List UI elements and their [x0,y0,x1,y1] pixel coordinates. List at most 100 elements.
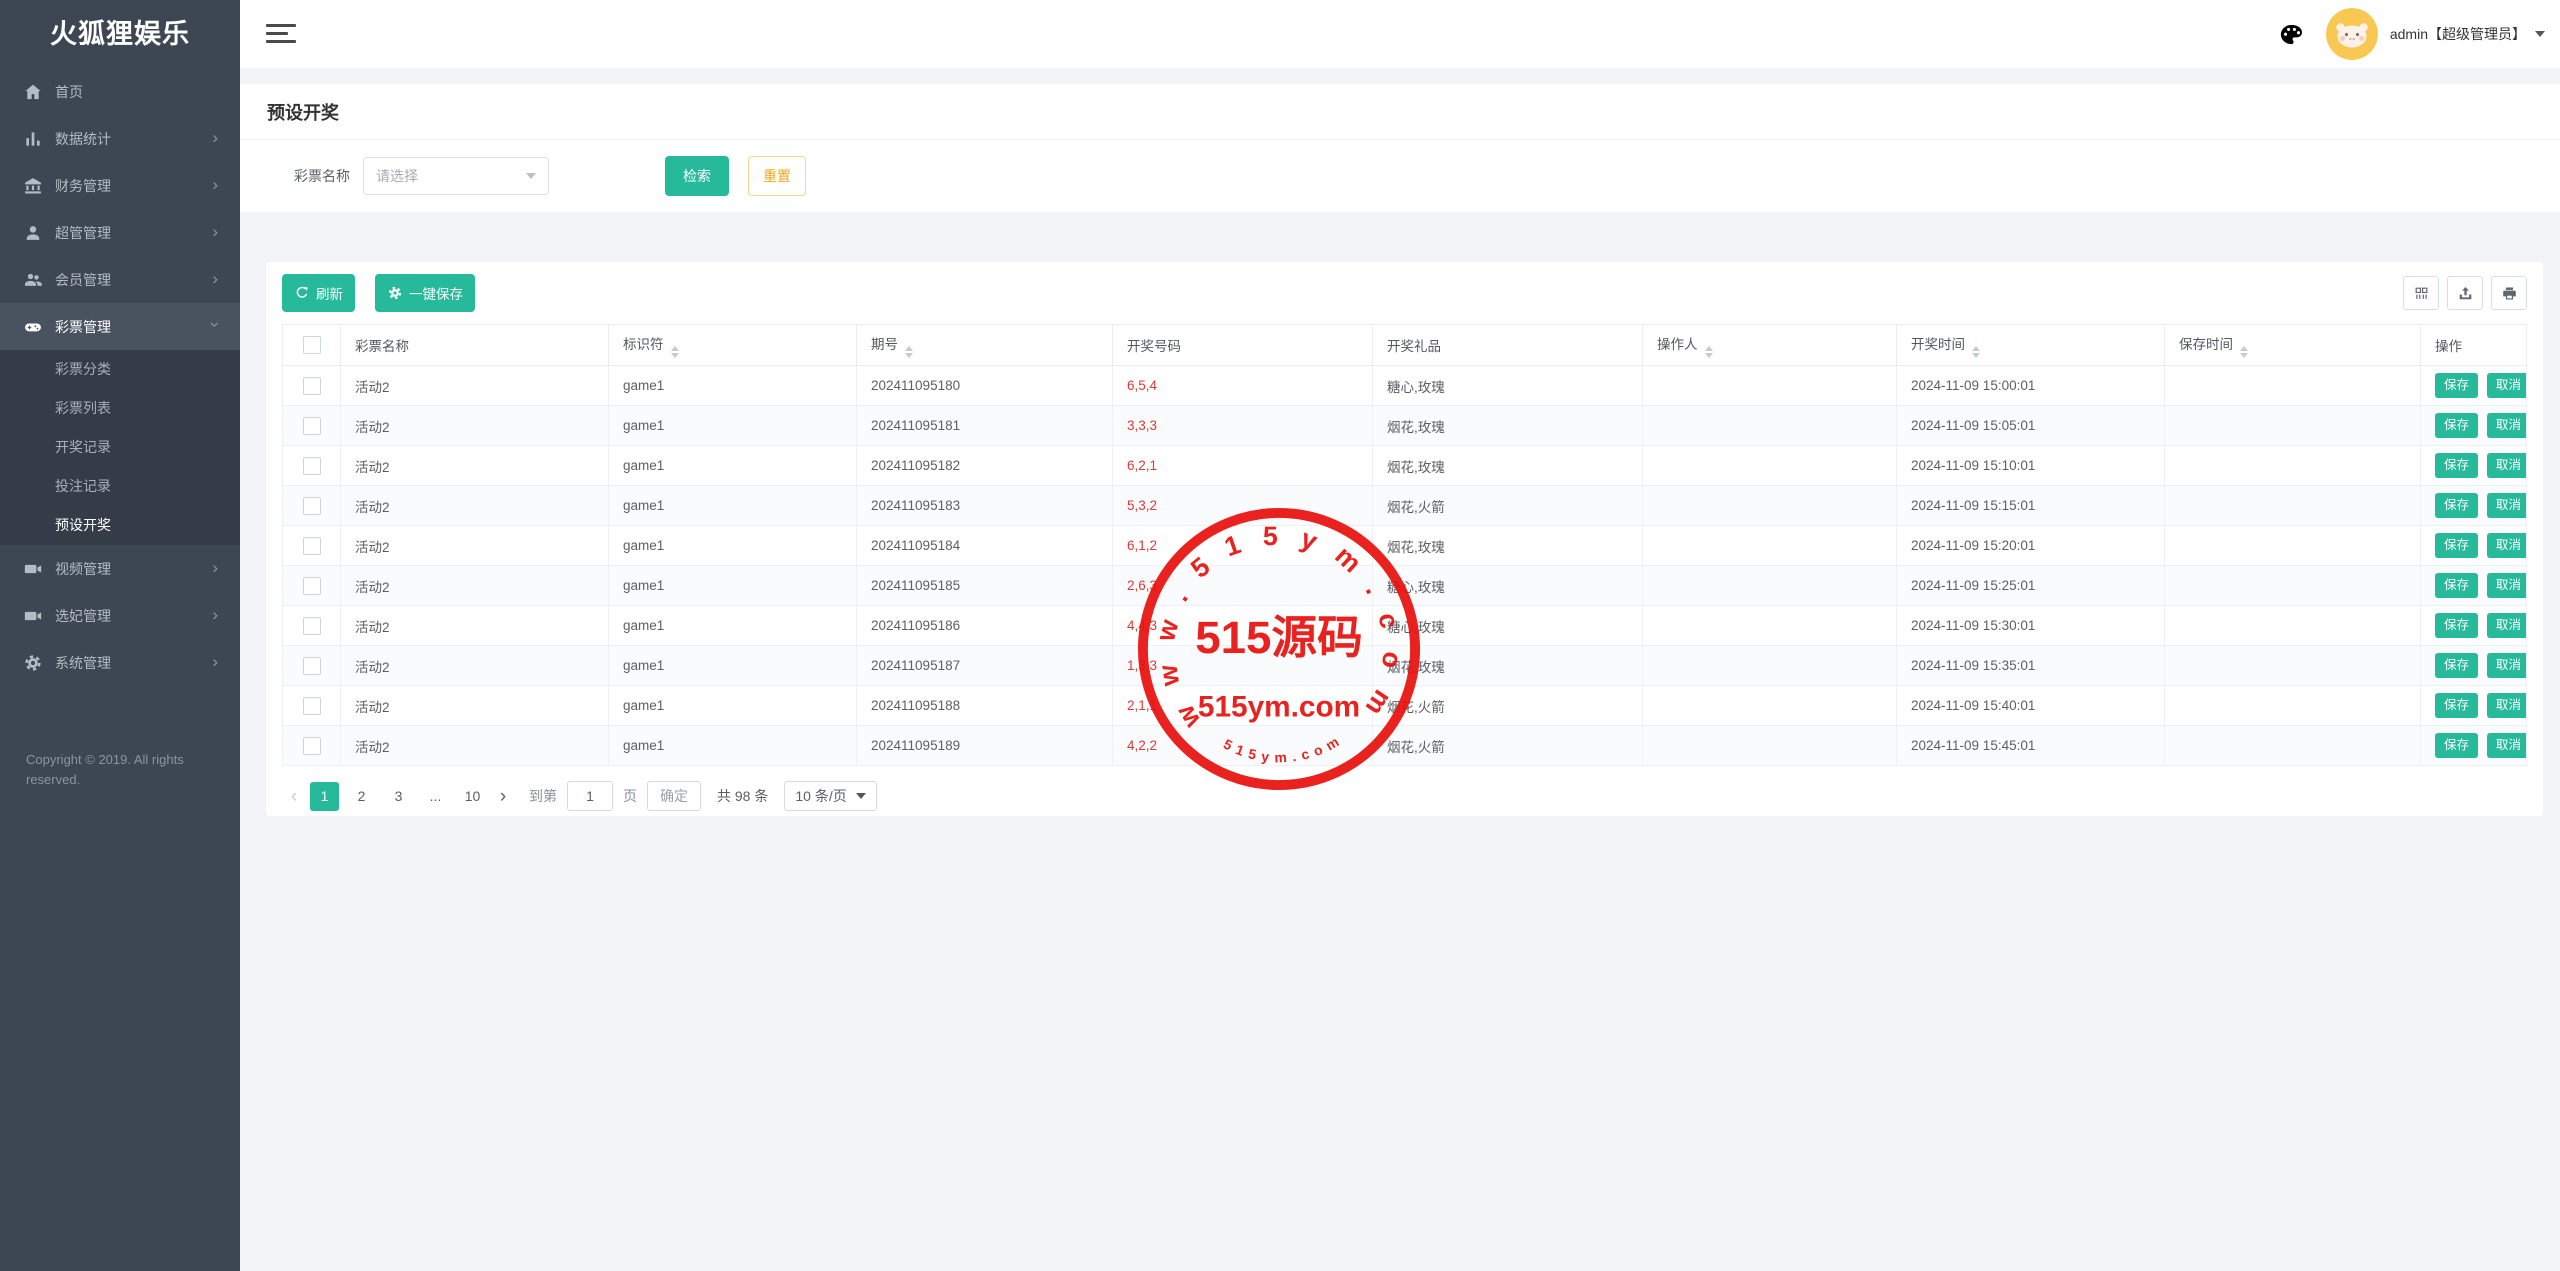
lottery-name-select[interactable]: 请选择 [363,157,549,195]
row-checkbox[interactable] [303,577,321,595]
pagination: ‹ 1 2 3 ... 10 › 到第 [282,780,2527,812]
sidebar-menu-item[interactable]: 财务管理 › [0,162,240,209]
sidebar-menu-item[interactable]: 会员管理 › [0,256,240,303]
theme-palette-icon[interactable] [2279,22,2304,47]
cancel-button[interactable]: 取消 [2487,453,2526,478]
select-all-checkbox[interactable] [303,336,321,354]
cancel-button[interactable]: 取消 [2487,493,2526,518]
cell-actions: 保存取消 [2421,646,2527,686]
column-header[interactable]: 期号 [857,325,1113,366]
cell-issue: 202411095183 [857,486,1113,526]
menu-icon [23,129,43,149]
sidebar-menu-item[interactable]: 首页 [0,68,240,115]
table-tool-icon-button[interactable] [2447,276,2483,310]
cell-issue: 202411095186 [857,606,1113,646]
cancel-button[interactable]: 取消 [2487,653,2526,678]
row-checkbox-cell [283,646,341,686]
page-number-button[interactable]: 3 [384,782,413,811]
table-tool-icon-button[interactable] [2491,276,2527,310]
save-button[interactable]: 保存 [2435,413,2478,438]
column-header[interactable]: 标识符 [609,325,857,366]
sidebar-menu-item[interactable]: 数据统计 › [0,115,240,162]
row-checkbox[interactable] [303,377,321,395]
cell-save-time [2165,646,2421,686]
user-menu[interactable]: admin【超级管理员】 [2390,24,2545,44]
cell-operator [1643,366,1897,406]
cancel-button[interactable]: 取消 [2487,413,2526,438]
sidebar-menu-item[interactable]: 选妃管理 › [0,592,240,639]
avatar[interactable] [2326,8,2378,60]
save-button[interactable]: 保存 [2435,693,2478,718]
search-button[interactable]: 检索 [665,156,729,196]
page-number-button[interactable]: 1 [310,782,339,811]
column-header[interactable]: 操作人 [1643,325,1897,366]
prev-page-button[interactable]: ‹ [282,782,306,811]
save-button[interactable]: 保存 [2435,653,2478,678]
cell-gift: 烟花,火箭 [1373,726,1643,766]
next-page-button[interactable]: › [491,782,515,811]
page-size-select[interactable]: 10 条/页 [784,781,876,811]
row-checkbox[interactable] [303,537,321,555]
save-button[interactable]: 保存 [2435,493,2478,518]
sidebar-submenu-item[interactable]: 彩票列表 [0,389,240,428]
page-number-button[interactable]: 10 [458,782,487,811]
column-header[interactable]: 开奖时间 [1897,325,2165,366]
row-checkbox-cell [283,566,341,606]
row-checkbox[interactable] [303,417,321,435]
save-button[interactable]: 保存 [2435,533,2478,558]
sidebar-menu-item[interactable]: 超管管理 › [0,209,240,256]
row-checkbox[interactable] [303,457,321,475]
column-header[interactable]: 开奖礼品 [1373,325,1643,366]
one-key-save-button[interactable]: 一键保存 [375,274,475,312]
cancel-button[interactable]: 取消 [2487,613,2526,638]
sidebar-menu-item[interactable]: 视频管理 › [0,545,240,592]
sidebar-submenu-item[interactable]: 投注记录 [0,467,240,506]
cell-save-time [2165,366,2421,406]
table-tool-icon-button[interactable] [2403,276,2439,310]
column-header[interactable]: 操作 [2421,325,2527,366]
sort-icon[interactable] [1705,346,1713,358]
app-logo[interactable]: 火狐狸娱乐 [0,0,240,68]
page-number-button[interactable]: ... [421,782,450,811]
row-checkbox[interactable] [303,657,321,675]
menu-toggle-button[interactable] [266,24,296,45]
row-checkbox[interactable] [303,737,321,755]
goto-suffix-label: 页 [623,786,637,806]
sidebar-submenu-item[interactable]: 预设开奖 [0,506,240,545]
cancel-button[interactable]: 取消 [2487,373,2526,398]
sidebar-submenu-item[interactable]: 开奖记录 [0,428,240,467]
refresh-button[interactable]: 刷新 [282,274,355,312]
cell-gift: 烟花,玫瑰 [1373,446,1643,486]
sidebar-nav: 首页 数据统计 › 财务管理 › [0,68,240,686]
sort-icon[interactable] [2240,346,2248,358]
cell-gift: 糖心,玫瑰 [1373,566,1643,606]
cancel-button[interactable]: 取消 [2487,573,2526,598]
row-checkbox[interactable] [303,617,321,635]
sort-icon[interactable] [905,346,913,358]
sidebar-submenu-item[interactable]: 彩票分类 [0,350,240,389]
column-header[interactable]: 彩票名称 [341,325,609,366]
row-checkbox[interactable] [303,697,321,715]
save-button[interactable]: 保存 [2435,573,2478,598]
sidebar-menu-item[interactable]: 彩票管理 › [0,303,240,350]
cancel-button[interactable]: 取消 [2487,693,2526,718]
save-button[interactable]: 保存 [2435,453,2478,478]
cancel-button[interactable]: 取消 [2487,733,2526,758]
cancel-button[interactable]: 取消 [2487,533,2526,558]
sort-icon[interactable] [1972,346,1980,358]
sidebar-menu-item[interactable]: 系统管理 › [0,639,240,686]
save-button[interactable]: 保存 [2435,613,2478,638]
save-button[interactable]: 保存 [2435,733,2478,758]
goto-confirm-button[interactable]: 确定 [647,781,701,811]
cell-issue: 202411095185 [857,566,1113,606]
cell-lottery-name: 活动2 [341,366,609,406]
column-header[interactable]: 保存时间 [2165,325,2421,366]
row-checkbox[interactable] [303,497,321,515]
sort-icon[interactable] [671,346,679,358]
column-header[interactable]: 开奖号码 [1113,325,1373,366]
page-number-button[interactable]: 2 [347,782,376,811]
reset-button[interactable]: 重置 [748,156,806,196]
goto-page-input[interactable] [567,781,613,811]
cell-save-time [2165,566,2421,606]
save-button[interactable]: 保存 [2435,373,2478,398]
